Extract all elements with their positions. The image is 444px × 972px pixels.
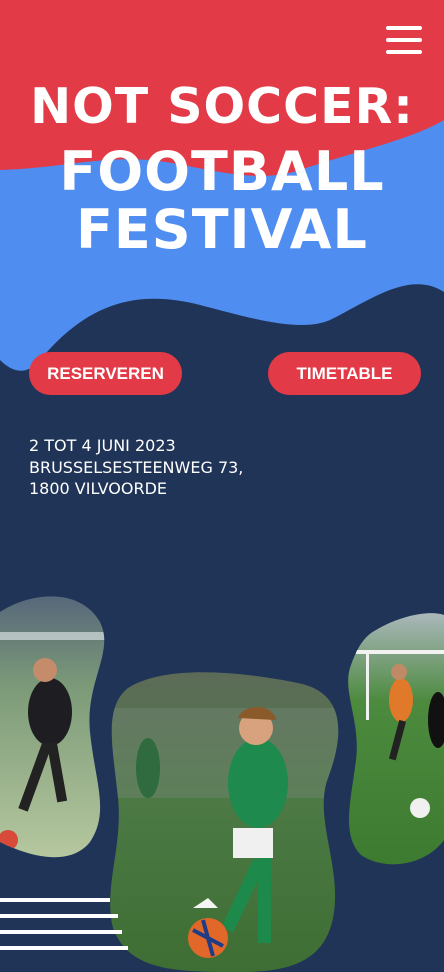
player-photo-left [0,596,105,858]
event-street: BRUSSELSESTEENWEG 73, [29,457,244,477]
title-line-2: FOOTBALL [59,140,385,203]
event-info: 2 TOT 4 JUNI 2023 BRUSSELSESTEENWEG 73, … [29,435,243,500]
player-photo-center [110,672,339,972]
title-line-1: NOT SOCCER: [30,78,414,135]
reserve-button[interactable]: RESERVEREN [29,352,182,395]
menu-bar [386,26,422,30]
player-photo-right [348,613,444,865]
stripe [0,898,110,902]
timetable-button[interactable]: TIMETABLE [268,352,421,395]
hamburger-menu-icon[interactable] [384,24,424,56]
decorative-stripes [0,898,128,962]
stripe [0,930,122,934]
menu-bar [386,38,422,42]
stripe [0,946,128,950]
event-city: 1800 VILVOORDE [29,479,168,498]
title-line-3: FESTIVAL [76,198,368,261]
event-dates: 2 TOT 4 JUNI 2023 [29,436,176,455]
menu-bar [386,50,422,54]
stripe [0,914,118,918]
